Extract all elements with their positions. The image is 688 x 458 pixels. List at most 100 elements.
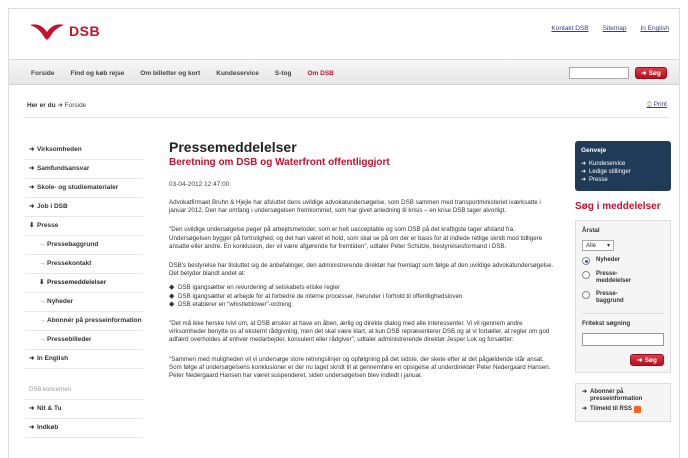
rss-link[interactable]: ➜ Tilmeld til RSS — [582, 406, 664, 413]
arrow-right-icon: ➜ — [581, 169, 587, 175]
top-links: Kontakt DSB Sitemap In English — [551, 25, 669, 32]
divider — [582, 313, 664, 314]
radio-pressebaggrund[interactable]: Presse-baggrund — [582, 291, 664, 305]
sidebar-item-indkob[interactable]: ➜ Indkøb — [25, 419, 143, 438]
breadcrumb-arrow-icon: ➜ — [57, 102, 65, 109]
arrow-right-icon: ➜ — [29, 203, 35, 210]
sidebar-item-presse[interactable]: ⬇ Presse — [25, 217, 143, 236]
arrow-right-icon: ➜ — [29, 146, 35, 153]
nav-item-forside[interactable]: Forside — [31, 70, 54, 77]
contact-link[interactable]: Kontakt DSB — [551, 25, 588, 32]
arrow-right-icon: ➜ — [29, 424, 35, 431]
nav-item-kundeservice[interactable]: Kundeservice — [216, 70, 259, 77]
arrow-right-icon: ➜ — [29, 355, 35, 362]
sidebar-item-label: In English — [37, 355, 69, 362]
bullet-icon: ◆ — [169, 300, 175, 308]
article-paragraph: "Det må ikke herske tvivl om, at DSB øns… — [169, 320, 550, 344]
nav-item-find-rejse[interactable]: Find og køb rejse — [70, 70, 124, 77]
article-paragraph: Advokatfirmaet Bruhn & Hjejle har afslut… — [169, 199, 541, 215]
dsb-logo[interactable]: DSB — [29, 19, 109, 43]
nav-search-button[interactable]: ➜ Søg — [635, 67, 667, 79]
sidebar-item-label: Job i DSB — [37, 203, 68, 210]
radio-button[interactable] — [582, 271, 590, 279]
nav-search-input[interactable] — [569, 67, 629, 79]
page-title: Pressemeddelelser — [169, 139, 297, 155]
arrow-right-icon: → — [39, 298, 46, 305]
arrow-right-icon: ➜ — [29, 184, 35, 191]
left-sidebar: ➜ Virksomheden ➜ Samfundsansvar ➜ Skole- og… — [25, 141, 143, 438]
subscribe-box: ➜ Abonnér på presseinformation ➜ Tilmeld t… — [575, 383, 671, 422]
article-bullets: ◆ DSB igangsætter en revurdering af selsk… — [169, 284, 555, 309]
sidebar-item-nit-tu[interactable]: ➜ Nit & Tu — [25, 399, 143, 419]
sidebar-item-virksomheden[interactable]: ➜ Virksomheden — [25, 141, 143, 160]
sidebar-item-pressebaggrund[interactable]: → Pressebaggrund — [25, 236, 143, 255]
arrow-down-icon: ⬇ — [29, 222, 35, 229]
list-item-text: DSB igangsætter et arbejde for at forbed… — [178, 292, 463, 300]
sidebar-item-pressebilleder[interactable]: → Pressebilleder — [25, 331, 143, 350]
breadcrumb: Her er du ➜ Forside — [27, 101, 86, 109]
sidebar-item-label: Pressekontakt — [47, 260, 92, 267]
subscribe-press-link[interactable]: ➜ Abonnér på presseinformation — [582, 389, 664, 403]
search-title: Søg i meddelelser — [575, 201, 661, 212]
page: DSB Kontakt DSB Sitemap In English Forsi… — [8, 8, 680, 458]
radio-label: Nyheder — [596, 257, 621, 263]
print-label: Print — [653, 101, 667, 108]
radio-button[interactable] — [582, 257, 590, 265]
rss-label: Tilmeld til RSS — [590, 406, 632, 412]
sidebar-item-nyheder[interactable]: → Nyheder — [25, 293, 143, 312]
breadcrumb-label: Her er du — [27, 102, 56, 109]
sidebar-item-label: Nit & Tu — [37, 405, 62, 412]
sidebar-item-label: Samfundsansvar — [37, 165, 90, 172]
sidebar-item-pressekontakt[interactable]: → Pressekontakt — [25, 255, 143, 274]
sidebar-item-in-english[interactable]: ➜ In English — [25, 350, 143, 369]
nav-item-billetter[interactable]: Om billetter og kort — [140, 70, 200, 77]
sidebar-item-abonner[interactable]: → Abonnér på presseinformation — [25, 312, 143, 331]
print-link[interactable]: ⎙ Print — [647, 101, 667, 109]
breadcrumb-item[interactable]: Forside — [65, 102, 87, 109]
sidebar-item-label: Skole- og studiematerialer — [37, 184, 119, 191]
sidebar-item-label: Abonnér på presseinformation — [47, 317, 142, 324]
nav-search-button-label: Søg — [648, 69, 661, 77]
main-content: Pressemeddelelser Beretning om DSB og Wa… — [169, 139, 555, 380]
shortcut-ledige-stillinger[interactable]: ➜ Ledige stillinger — [581, 168, 665, 176]
shortcut-presse[interactable]: ➜ Presse — [581, 176, 665, 184]
list-item-text: DSB etablerer en "whistleblower"-ordning — [178, 300, 292, 308]
arrow-right-icon: → — [39, 260, 46, 267]
arrow-right-icon: ➜ — [581, 161, 587, 167]
search-box: Årstal Alle ▾ Nyheder Presse-meddelelser… — [575, 220, 671, 373]
sidebar-item-samfundsansvar[interactable]: ➜ Samfundsansvar — [25, 160, 143, 179]
arrow-right-icon: ➜ — [29, 165, 35, 172]
divider — [23, 117, 669, 118]
header: DSB Kontakt DSB Sitemap In English — [9, 9, 679, 51]
year-label: Årstal — [582, 227, 600, 234]
bullet-icon: ◆ — [169, 292, 175, 300]
year-select[interactable]: Alle ▾ — [582, 240, 614, 251]
sidebar-item-label: Virksomheden — [37, 146, 82, 153]
sidebar-item-job[interactable]: ➜ Job i DSB — [25, 198, 143, 217]
shortcut-kundeservice[interactable]: ➜ Kundeservice — [581, 160, 665, 168]
free-search-input[interactable] — [582, 333, 664, 346]
sidebar-item-label: Nyheder — [47, 298, 74, 305]
nav-item-om-dsb[interactable]: Om DSB — [308, 70, 334, 77]
in-english-link[interactable]: In English — [640, 25, 669, 32]
sidebar-item-skole[interactable]: ➜ Skole- og studiematerialer — [25, 179, 143, 198]
article-paragraph: "Den uvildige undersøgelse peger på arbe… — [169, 226, 543, 250]
radio-nyheder[interactable]: Nyheder — [582, 257, 664, 265]
sidebar-item-label: Presse — [37, 222, 59, 229]
arrow-right-icon: → — [39, 317, 46, 324]
search-button[interactable]: ➜ Søg — [630, 354, 664, 366]
radio-label: Presse-meddelelser — [596, 271, 632, 284]
subscribe-label: Abonnér på presseinformation — [590, 389, 643, 402]
nav-item-s-tog[interactable]: S-tog — [275, 70, 292, 77]
article-paragraph: "Sammen med muligheden vil vi undersøge … — [169, 355, 551, 380]
shortcuts-title: Genveje — [581, 147, 607, 154]
arrow-right-icon: ➜ — [637, 357, 643, 364]
sidebar-item-pressemeddelelser[interactable]: ⬇ Pressemeddelelser — [25, 274, 143, 293]
search-button-label: Søg — [644, 356, 657, 364]
radio-button[interactable] — [582, 291, 590, 299]
sidebar-item-label: Pressebaggrund — [47, 241, 99, 248]
radio-pressemeddelelser[interactable]: Presse-meddelelser — [582, 271, 664, 285]
sitemap-link[interactable]: Sitemap — [603, 25, 627, 32]
bullet-icon: ◆ — [169, 284, 175, 292]
arrow-right-icon: ➜ — [581, 177, 587, 183]
